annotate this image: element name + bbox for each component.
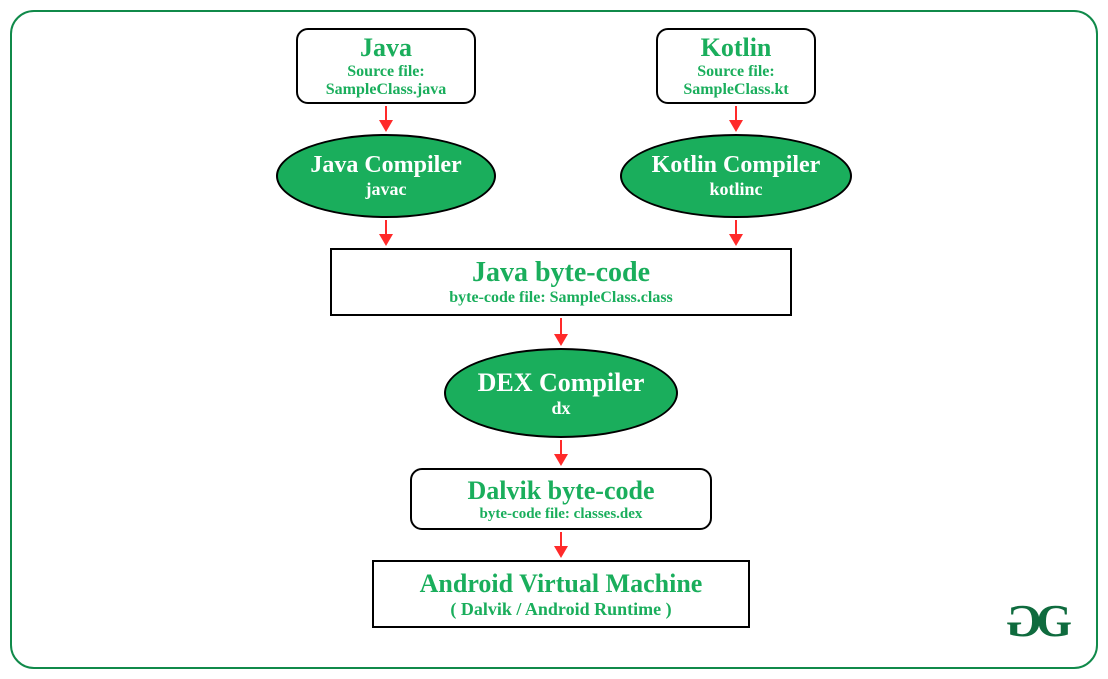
java-src-line2: SampleClass.java	[326, 81, 446, 99]
arrow-javac-to-bytecode	[385, 220, 387, 244]
node-java-source: Java Source file: SampleClass.java	[296, 28, 476, 104]
kotlin-src-title: Kotlin	[701, 33, 772, 63]
avm-sub: ( Dalvik / Android Runtime )	[450, 599, 671, 620]
node-java-bytecode: Java byte-code byte-code file: SampleCla…	[330, 248, 792, 316]
node-dex-compiler: DEX Compiler dx	[444, 348, 678, 438]
kotlin-comp-sub: kotlinc	[709, 179, 762, 200]
java-src-title: Java	[360, 33, 412, 63]
logo-char-left: G	[1010, 594, 1042, 647]
java-comp-title: Java Compiler	[310, 152, 461, 179]
geeksforgeeks-logo: GG	[1010, 594, 1068, 647]
java-src-line1: Source file:	[347, 63, 424, 81]
dalvik-bc-title: Dalvik byte-code	[467, 476, 654, 506]
node-java-compiler: Java Compiler javac	[276, 134, 496, 218]
node-kotlin-source: Kotlin Source file: SampleClass.kt	[656, 28, 816, 104]
node-android-vm: Android Virtual Machine ( Dalvik / Andro…	[372, 560, 750, 628]
kotlin-src-line1: Source file:	[697, 63, 774, 81]
java-bc-title: Java byte-code	[472, 257, 650, 289]
arrow-dalvikbc-to-avm	[560, 532, 562, 556]
arrow-bytecode-to-dex	[560, 318, 562, 344]
dex-comp-sub: dx	[551, 398, 570, 419]
diagram-frame: Java Source file: SampleClass.java Kotli…	[10, 10, 1098, 669]
java-comp-sub: javac	[366, 179, 407, 200]
node-kotlin-compiler: Kotlin Compiler kotlinc	[620, 134, 852, 218]
arrow-java-to-javac	[385, 106, 387, 130]
arrow-dex-to-dalvikbc	[560, 440, 562, 464]
arrow-kotlinc-to-bytecode	[735, 220, 737, 244]
kotlin-comp-title: Kotlin Compiler	[652, 152, 821, 179]
avm-title: Android Virtual Machine	[420, 569, 703, 599]
kotlin-src-line2: SampleClass.kt	[683, 81, 788, 99]
arrow-kotlin-to-kotlinc	[735, 106, 737, 130]
node-dalvik-bytecode: Dalvik byte-code byte-code file: classes…	[410, 468, 712, 530]
dalvik-bc-sub: byte-code file: classes.dex	[480, 506, 643, 523]
java-bc-sub: byte-code file: SampleClass.class	[449, 289, 673, 307]
dex-comp-title: DEX Compiler	[478, 368, 645, 398]
